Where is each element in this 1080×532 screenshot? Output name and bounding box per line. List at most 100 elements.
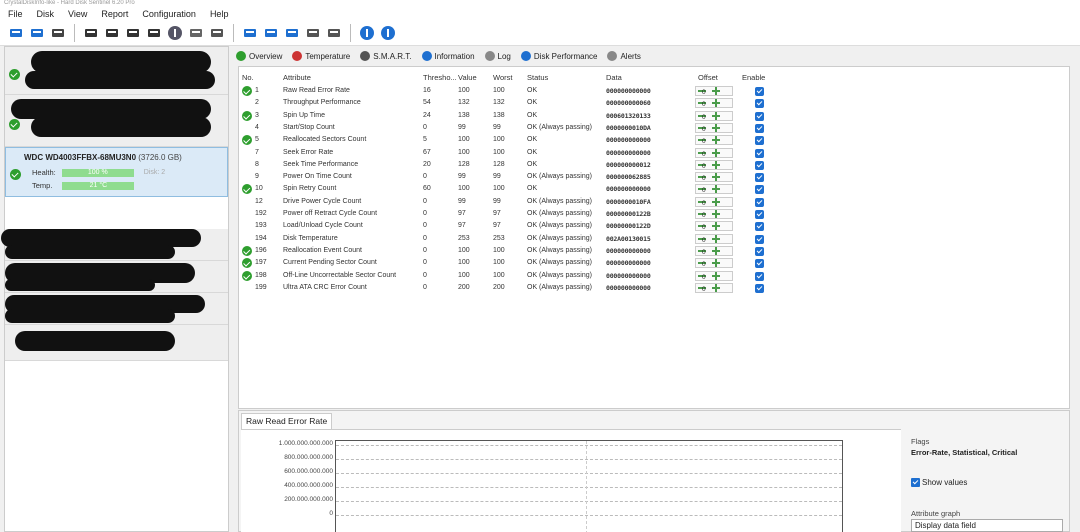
show-values-checkbox[interactable]: Show values — [911, 478, 967, 487]
settings-gear-icon[interactable] — [325, 24, 343, 42]
shield-icon[interactable] — [208, 24, 226, 42]
tab-overview[interactable]: Overview — [236, 51, 282, 61]
offset-stepper[interactable]: 0 — [695, 110, 733, 121]
enable-checkbox[interactable] — [755, 283, 764, 293]
offset-stepper[interactable]: 0 — [695, 159, 733, 170]
table-row[interactable]: 10 Spin Retry Count 60 100 100 OK 000000000000… — [239, 183, 779, 195]
table-row[interactable]: 193 Load/Unload Cycle Count 0 97 97 OK (Alway… — [239, 220, 779, 232]
enable-checkbox[interactable] — [755, 197, 764, 207]
plus-icon[interactable] — [712, 234, 720, 243]
enable-checkbox[interactable] — [755, 99, 764, 109]
table-row[interactable]: 8 Seek Time Performance 20 128 128 OK 00000000… — [239, 159, 779, 171]
column-header[interactable]: Value — [458, 73, 477, 82]
enable-checkbox[interactable] — [755, 246, 764, 256]
disk-search-icon[interactable] — [145, 24, 163, 42]
offset-stepper[interactable]: 0 — [695, 196, 733, 207]
plus-icon[interactable] — [712, 136, 720, 145]
list-icon[interactable] — [49, 24, 67, 42]
column-header[interactable]: Offset — [698, 73, 718, 82]
offset-stepper[interactable]: 0 — [695, 233, 733, 244]
table-row[interactable]: 196 Reallocation Event Count 0 100 100 OK (Al… — [239, 245, 779, 257]
offset-stepper[interactable]: 0 — [695, 270, 733, 281]
enable-checkbox[interactable] — [755, 87, 764, 96]
offset-stepper[interactable]: 0 — [695, 135, 733, 146]
column-header[interactable]: Data — [606, 73, 622, 82]
offset-stepper[interactable]: 0 — [695, 184, 733, 195]
broadcast-icon[interactable] — [283, 24, 301, 42]
offset-stepper[interactable]: 0 — [695, 147, 733, 158]
column-header[interactable]: No. — [242, 73, 254, 82]
gear-icon[interactable] — [304, 24, 322, 42]
plus-icon[interactable] — [712, 111, 720, 120]
document-icon[interactable] — [241, 24, 259, 42]
table-row[interactable]: 199 Ultra ATA CRC Error Count 0 200 200 OK (A… — [239, 282, 779, 294]
help-icon[interactable] — [358, 24, 376, 42]
disk-check-icon[interactable] — [124, 24, 142, 42]
enable-checkbox[interactable] — [755, 148, 764, 158]
table-row[interactable]: 9 Power On Time Count 0 99 99 OK (Always pass… — [239, 171, 779, 183]
disk-timer-icon[interactable] — [103, 24, 121, 42]
disk-item-redacted-5[interactable] — [5, 293, 228, 325]
enable-checkbox[interactable] — [755, 160, 764, 170]
tab-disk-performance[interactable]: Disk Performance — [520, 51, 597, 61]
table-row[interactable]: 7 Seek Error Rate 67 100 100 OK 000000000000 0 — [239, 147, 779, 159]
menu-item-help[interactable]: Help — [210, 9, 229, 19]
enable-checkbox[interactable] — [755, 136, 764, 146]
table-row[interactable]: 197 Current Pending Sector Count 0 100 100 OK… — [239, 257, 779, 269]
menu-item-file[interactable]: File — [8, 9, 23, 19]
menu-item-report[interactable]: Report — [101, 9, 128, 19]
offset-stepper[interactable]: 0 — [695, 245, 733, 256]
table-row[interactable]: 198 Off-Line Uncorrectable Sector Count 0 1… — [239, 270, 779, 282]
plus-icon[interactable] — [712, 123, 720, 132]
table-row[interactable]: 5 Reallocated Sectors Count 5 100 100 OK 00000… — [239, 134, 779, 146]
tab-temperature[interactable]: Temperature — [292, 51, 350, 61]
offset-stepper[interactable]: 0 — [695, 258, 733, 269]
table-row[interactable]: 194 Disk Temperature 0 253 253 OK (Always pas… — [239, 233, 779, 245]
enable-checkbox[interactable] — [755, 185, 764, 195]
table-row[interactable]: 1 Raw Read Error Rate 16 100 100 OK 0000000000… — [239, 85, 779, 97]
enable-checkbox[interactable] — [755, 210, 764, 219]
table-row[interactable]: 4 Start/Stop Count 0 99 99 OK (Always passing… — [239, 122, 779, 134]
menu-item-view[interactable]: View — [68, 9, 87, 19]
offset-stepper[interactable]: 0 — [695, 221, 733, 232]
offset-stepper[interactable]: 0 — [695, 282, 733, 293]
tab-alerts[interactable]: Alerts — [607, 51, 641, 61]
menu-item-disk[interactable]: Disk — [37, 9, 55, 19]
plus-icon[interactable] — [712, 210, 720, 218]
column-header[interactable]: Worst — [493, 73, 512, 82]
refresh-icon[interactable] — [7, 24, 25, 42]
disk-test-icon[interactable] — [82, 24, 100, 42]
plus-icon[interactable] — [712, 271, 720, 280]
disk-item-redacted-6[interactable] — [5, 325, 228, 361]
disk-item-redacted-4[interactable] — [5, 261, 228, 293]
plus-icon[interactable] — [712, 173, 720, 182]
plus-icon[interactable] — [712, 160, 720, 169]
offset-stepper[interactable]: 0 — [695, 122, 733, 133]
plus-icon[interactable] — [712, 197, 720, 206]
offset-stepper[interactable]: 0 — [695, 209, 733, 219]
enable-checkbox[interactable] — [755, 259, 764, 269]
enable-checkbox[interactable] — [755, 111, 764, 121]
disk-item-redacted-2[interactable] — [5, 95, 228, 147]
menu-item-configuration[interactable]: Configuration — [142, 9, 196, 19]
plus-icon[interactable] — [712, 99, 720, 108]
disk-item-redacted-3[interactable] — [1, 229, 228, 261]
disk-item-redacted-1[interactable] — [5, 47, 228, 95]
tab-log[interactable]: Log — [484, 51, 511, 61]
offset-stepper[interactable]: 0 — [695, 98, 733, 109]
table-row[interactable]: 192 Power off Retract Cycle Count 0 97 97 OK … — [239, 208, 779, 220]
enable-checkbox[interactable] — [755, 173, 764, 183]
enable-checkbox[interactable] — [755, 222, 764, 232]
offset-stepper[interactable]: 0 — [695, 172, 733, 183]
column-header[interactable]: Enable — [742, 73, 765, 82]
table-row[interactable]: 2 Throughput Performance 54 132 132 OK 0000000… — [239, 97, 779, 109]
tab-information[interactable]: Information — [421, 51, 475, 61]
enable-checkbox[interactable] — [755, 123, 764, 133]
info-icon[interactable] — [379, 24, 397, 42]
enable-checkbox[interactable] — [755, 234, 764, 244]
plus-icon[interactable] — [712, 185, 720, 194]
enable-checkbox[interactable] — [755, 271, 764, 281]
table-row[interactable]: 12 Drive Power Cycle Count 0 99 99 OK (Always… — [239, 196, 779, 208]
graph-tab[interactable]: Raw Read Error Rate — [241, 413, 333, 429]
mail-icon[interactable] — [262, 24, 280, 42]
